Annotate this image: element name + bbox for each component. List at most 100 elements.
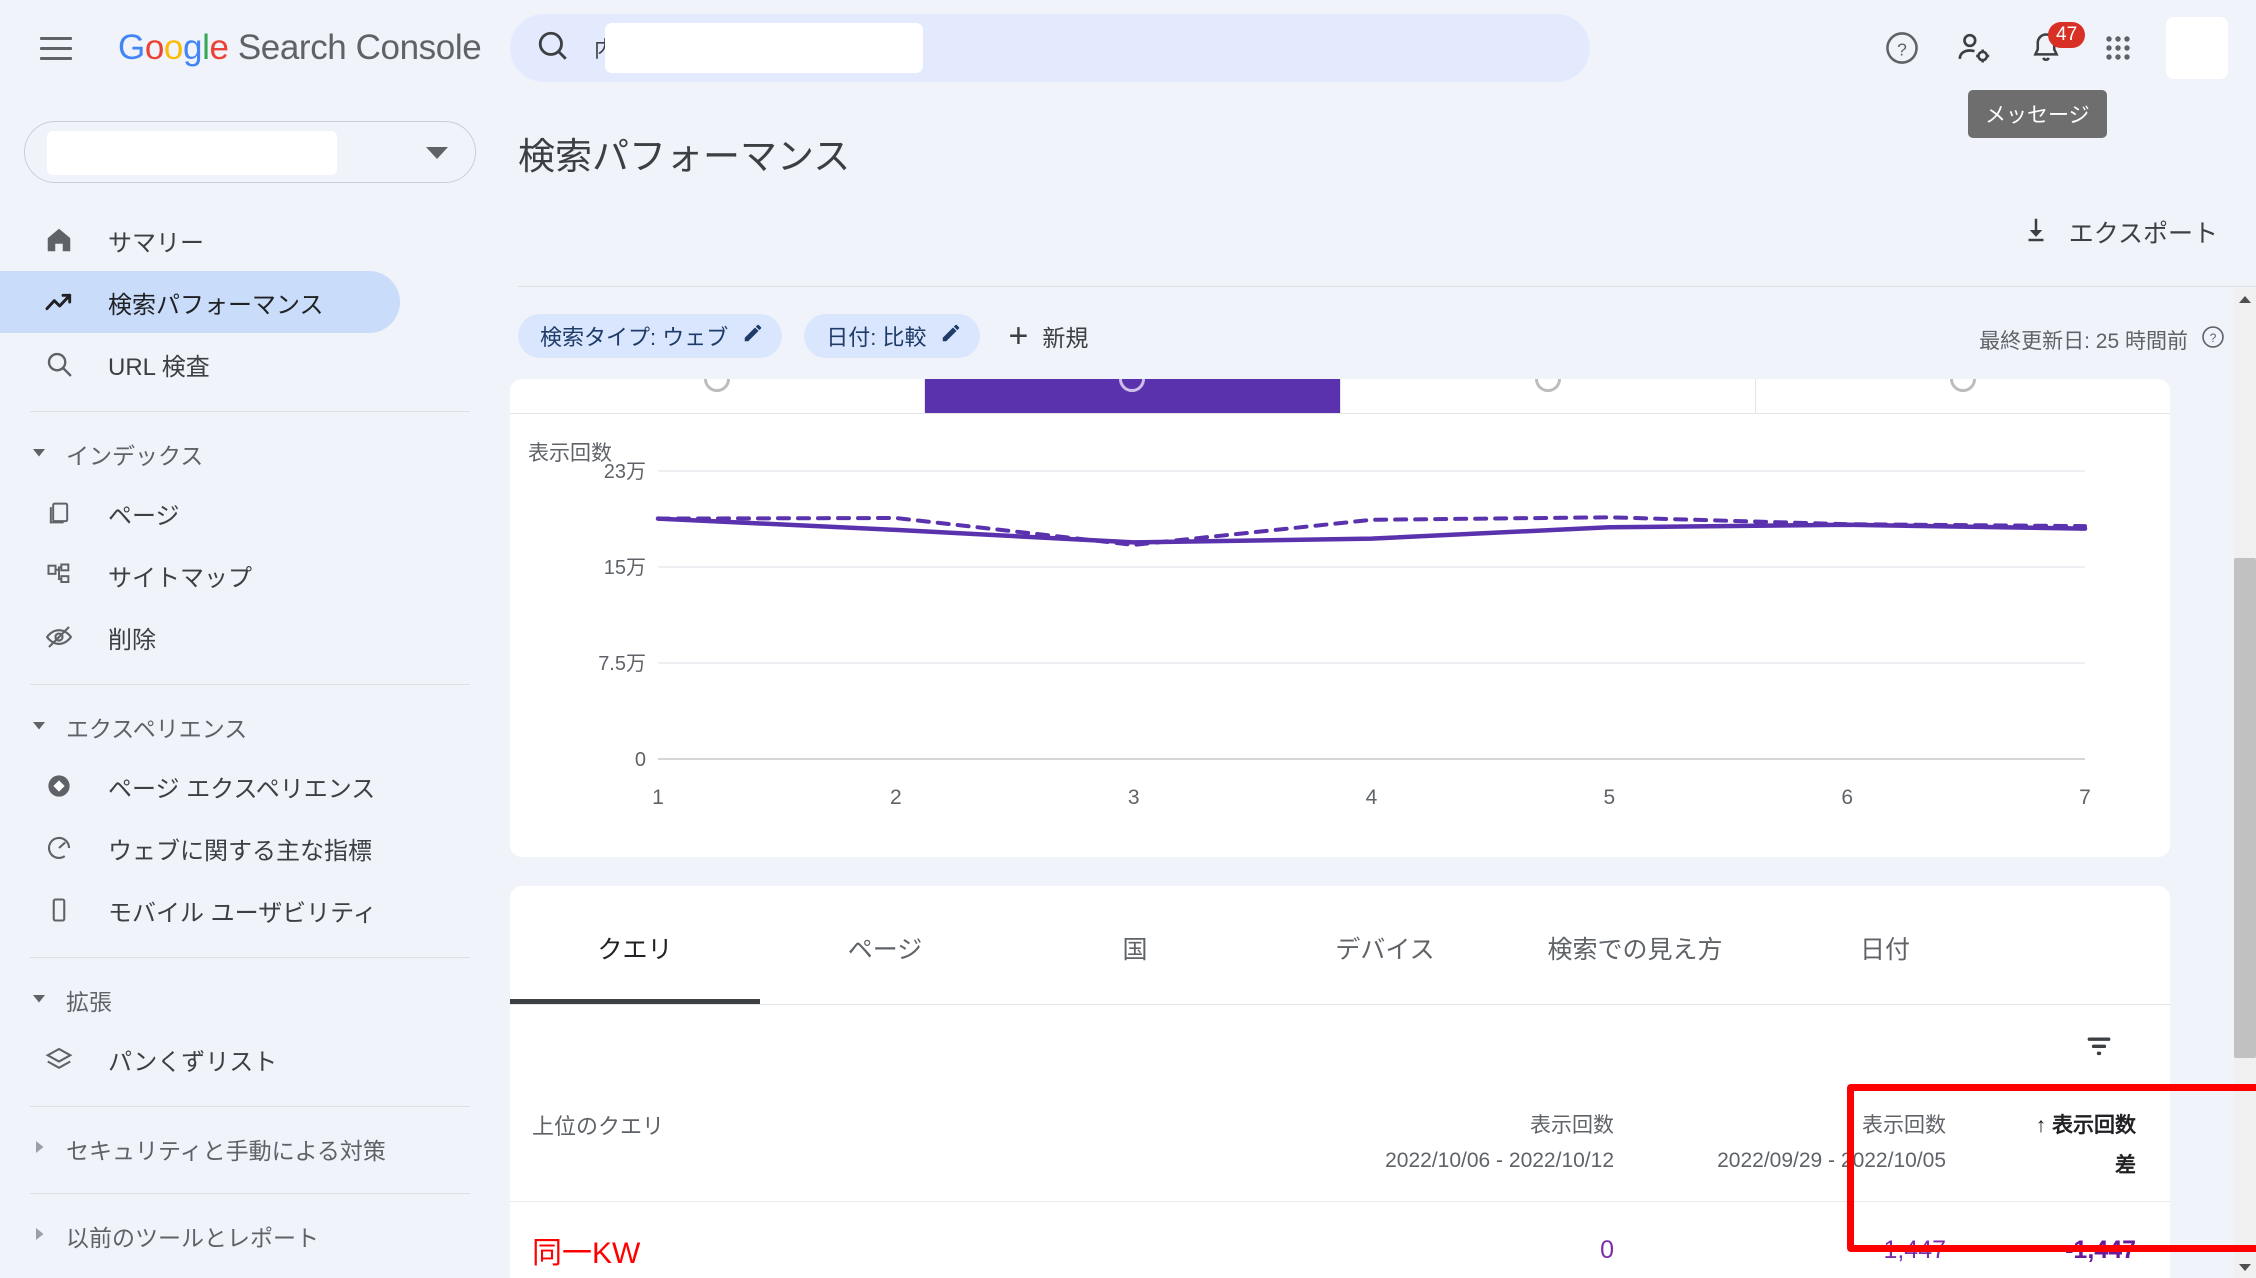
app-logo: Google Search Console (118, 28, 482, 67)
vertical-scrollbar[interactable] (2234, 288, 2256, 1278)
scroll-down-arrow[interactable] (2234, 1256, 2256, 1278)
sidebar-item-removals[interactable]: 削除 (0, 606, 500, 668)
brand-suffix: Search Console (237, 28, 482, 67)
tab-countries[interactable]: 国 (1010, 930, 1260, 1004)
x-axis-tick: 3 (1128, 786, 1140, 809)
download-icon (2021, 215, 2051, 250)
x-axis-tick: 7 (2079, 786, 2091, 809)
top-bar: Google Search Console 内のすべての URL を検査 ? (0, 0, 2256, 96)
eye-off-icon (38, 622, 80, 652)
sidebar-divider (30, 1193, 470, 1194)
property-selector[interactable] (24, 121, 476, 183)
sidebar-item-label: ページ エクスペリエンス (108, 775, 376, 803)
add-filter-label: 新規 (1042, 325, 1089, 351)
y-axis-tick: 23万 (604, 461, 646, 483)
scrollbar-thumb[interactable] (2234, 558, 2256, 1058)
sidebar-group-label: 以前のツールとレポート (66, 1225, 319, 1251)
redacted-property-name (605, 23, 923, 73)
column-header-query[interactable]: 上位のクエリ (510, 1091, 1348, 1202)
table-body: 同一KW01,447-1,44701,161-1,1610595-595 (510, 1201, 2170, 1278)
filter-chip-row: 検索タイプ: ウェブ 日付: 比較 + 新規 (518, 314, 1088, 358)
sidebar-item-label: ページ (108, 502, 180, 530)
metric-card-clicks[interactable] (510, 379, 926, 413)
column-range-label: 2022/10/06 - 2022/10/12 (1385, 1149, 1614, 1172)
triangle-down-icon (30, 443, 52, 466)
header-divider (518, 286, 2256, 287)
add-filter-button[interactable]: + 新規 (1008, 319, 1088, 353)
tab-label: デバイス (1335, 936, 1435, 964)
table-row[interactable]: 同一KW 0 1,447 -1,447 (510, 1201, 2170, 1278)
sidebar-group-legacy-tools[interactable]: 以前のツールとレポート (0, 1208, 500, 1264)
apps-grid-icon[interactable] (2082, 12, 2154, 84)
page-title: 検索パフォーマンス (518, 136, 851, 177)
url-inspection-search[interactable]: 内のすべての URL を検査 (510, 14, 1590, 82)
sidebar-item-search-performance[interactable]: 検索パフォーマンス (0, 271, 400, 333)
sidebar-group-enhancements[interactable]: 拡張 (0, 972, 500, 1028)
sidebar-item-pages[interactable]: ページ (0, 482, 500, 544)
help-icon[interactable]: ? (1866, 12, 1938, 84)
sidebar-item-summary[interactable]: サマリー (0, 209, 500, 271)
chevron-down-icon (426, 147, 448, 159)
help-icon[interactable]: ? (2200, 324, 2226, 356)
tab-queries[interactable]: クエリ (510, 930, 760, 1004)
last-updated-text: 最終更新日: 25 時間前 (1979, 330, 2188, 353)
avatar[interactable] (2166, 17, 2228, 79)
sidebar-primary-nav: サマリー 検索パフォーマンス URL 検査 (0, 209, 500, 395)
metric-card-ctr[interactable] (1340, 379, 1756, 413)
sidebar-item-url-inspection[interactable]: URL 検査 (0, 333, 500, 395)
metric-strip-divider (510, 413, 2170, 414)
sidebar-divider (30, 957, 470, 958)
x-axis-tick: 6 (1841, 786, 1853, 809)
column-range-label: 2022/09/29 - 2022/10/05 (1717, 1149, 1946, 1172)
sidebar-item-label: サイトマップ (108, 564, 252, 592)
y-axis-tick: 0 (635, 749, 646, 771)
x-axis-ticks: 1 2 3 4 5 6 7 (652, 786, 2091, 809)
filter-chip-date[interactable]: 日付: 比較 (804, 314, 981, 358)
sidebar-group-security[interactable]: セキュリティと手動による対策 (0, 1121, 500, 1177)
search-icon (536, 29, 570, 68)
notifications-bell-icon[interactable]: 47 (2010, 12, 2086, 84)
checkbox-icon (1119, 379, 1146, 392)
sidebar-group-experience[interactable]: エクスペリエンス (0, 699, 500, 755)
filter-chip-search-type[interactable]: 検索タイプ: ウェブ (518, 314, 783, 358)
sidebar-item-sitemaps[interactable]: サイトマップ (0, 544, 500, 606)
scroll-up-arrow[interactable] (2234, 288, 2256, 310)
tab-label: 検索での見え方 (1547, 936, 1723, 964)
pencil-icon (940, 322, 962, 350)
tab-label: 日付 (1859, 936, 1910, 964)
metric-cards-strip (510, 379, 2170, 413)
filter-icon[interactable] (2082, 1029, 2116, 1068)
x-axis-tick: 2 (890, 786, 902, 809)
table-header-row: 上位のクエリ 表示回数 2022/10/06 - 2022/10/12 表示回数… (510, 1091, 2170, 1202)
tab-search-appearance[interactable]: 検索での見え方 (1510, 930, 1760, 1004)
svg-text:?: ? (2210, 331, 2217, 345)
tab-devices[interactable]: デバイス (1260, 930, 1510, 1004)
sidebar-group-label: インデックス (66, 443, 204, 469)
tab-dates[interactable]: 日付 (1760, 930, 2010, 1004)
page-experience-icon (38, 771, 80, 801)
red-annotation-text: 同一KW (532, 1237, 641, 1270)
sidebar-item-core-web-vitals[interactable]: ウェブに関する主な指標 (0, 817, 500, 879)
menu-icon[interactable] (32, 24, 80, 72)
tab-label: ページ (847, 936, 923, 964)
column-metric-label: 表示回数 (2052, 1114, 2136, 1137)
svg-text:?: ? (1897, 39, 1907, 59)
tab-pages[interactable]: ページ (760, 930, 1010, 1004)
column-header-impressions-previous[interactable]: 表示回数 2022/09/29 - 2022/10/05 (1648, 1091, 1980, 1202)
metric-card-impressions[interactable] (925, 379, 1341, 413)
metric-card-position[interactable] (1755, 379, 2170, 413)
tab-label: 国 (1122, 936, 1148, 964)
export-label: エクスポート (2068, 220, 2218, 248)
triangle-right-icon (30, 1225, 52, 1248)
column-header-impressions-current[interactable]: 表示回数 2022/10/06 - 2022/10/12 (1348, 1091, 1648, 1202)
sidebar-item-page-experience[interactable]: ページ エクスペリエンス (0, 755, 500, 817)
sidebar-item-mobile-usability[interactable]: モバイル ユーザビリティ (0, 879, 500, 941)
sidebar-item-label: ウェブに関する主な指標 (108, 837, 372, 865)
export-button[interactable]: エクスポート (2021, 214, 2218, 250)
pencil-icon (742, 322, 764, 350)
column-header-impressions-diff[interactable]: ↑ 表示回数 差 (1980, 1091, 2170, 1202)
user-settings-icon[interactable] (1938, 12, 2010, 84)
sidebar-item-breadcrumbs[interactable]: パンくずリスト (0, 1028, 500, 1090)
filter-chip-label: 検索タイプ: ウェブ (540, 325, 729, 350)
sidebar-group-index[interactable]: インデックス (0, 426, 500, 482)
